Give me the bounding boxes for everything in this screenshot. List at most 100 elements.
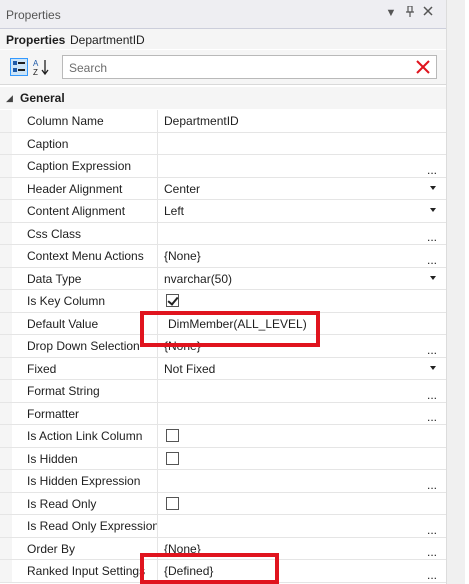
ellipsis-button[interactable]: ... [427, 344, 437, 356]
property-name: Css Class [13, 222, 158, 244]
collapse-arrow-icon[interactable]: ◢ [6, 93, 13, 104]
is-read-only-checkbox[interactable] [166, 496, 179, 510]
property-row-order-by[interactable]: Order By {None} ... [0, 537, 446, 560]
row-gutter [0, 560, 12, 582]
property-value[interactable]: Center [159, 178, 446, 200]
property-value[interactable] [159, 470, 446, 492]
property-name: Content Alignment [13, 200, 158, 222]
row-gutter [0, 425, 12, 447]
property-value[interactable] [159, 515, 446, 537]
ellipsis-button[interactable]: ... [427, 231, 437, 243]
object-header: Properties DepartmentID [0, 29, 446, 49]
row-gutter [0, 470, 12, 492]
property-name: Format String [13, 380, 158, 402]
row-gutter [0, 335, 12, 357]
search-input[interactable] [67, 58, 411, 78]
property-row-fixed[interactable]: Fixed Not Fixed [0, 357, 446, 380]
panel-title: Properties [6, 8, 61, 22]
property-name: Caption [13, 132, 158, 154]
row-gutter [0, 312, 12, 334]
property-row-is-key-column[interactable]: Is Key Column [0, 290, 446, 313]
row-gutter [0, 267, 12, 289]
property-name: Is Read Only [13, 492, 158, 514]
property-row-is-read-only-expression[interactable]: Is Read Only Expression ... [0, 515, 446, 538]
property-row-default-value[interactable]: Default Value DimMember(ALL_LEVEL) [0, 312, 446, 335]
property-name: Is Action Link Column [13, 425, 158, 447]
ellipsis-button[interactable]: ... [427, 254, 437, 266]
property-row-caption-expression[interactable]: Caption Expression ... [0, 155, 446, 178]
ellipsis-button[interactable]: ... [427, 479, 437, 491]
property-row-is-action-link-column[interactable]: Is Action Link Column [0, 425, 446, 448]
row-gutter [0, 402, 12, 424]
ellipsis-button[interactable]: ... [427, 524, 437, 536]
row-gutter [0, 492, 12, 514]
property-name: Fixed [13, 357, 158, 379]
ellipsis-button[interactable]: ... [427, 389, 437, 401]
property-value[interactable]: DimMember(ALL_LEVEL) [159, 313, 446, 335]
property-row-formatter[interactable]: Formatter ... [0, 402, 446, 425]
is-action-link-column-checkbox[interactable] [166, 429, 179, 442]
clear-search-icon[interactable] [414, 58, 432, 76]
property-value[interactable]: Not Fixed [159, 358, 446, 380]
property-value[interactable]: Left [159, 200, 446, 222]
property-row-is-read-only[interactable]: Is Read Only [0, 492, 446, 515]
property-value[interactable] [159, 380, 446, 402]
property-row-ranked-input-settings[interactable]: Ranked Input Settings {Defined} ... [0, 560, 446, 583]
property-row-header-alignment[interactable]: Header Alignment Center [0, 177, 446, 200]
property-value[interactable]: nvarchar(50) [159, 268, 446, 290]
ellipsis-button[interactable]: ... [427, 411, 437, 423]
property-grid: Column Name DepartmentID Caption Caption… [0, 110, 446, 583]
dropdown-arrow-icon[interactable] [430, 365, 436, 370]
property-row-drop-down-selection[interactable]: Drop Down Selection {None} ... [0, 335, 446, 358]
property-value[interactable]: {Defined} [159, 560, 446, 582]
is-hidden-checkbox[interactable] [166, 451, 179, 465]
dropdown-arrow-icon[interactable] [430, 185, 436, 190]
property-row-data-type[interactable]: Data Type nvarchar(50) [0, 267, 446, 290]
property-row-css-class[interactable]: Css Class ... [0, 222, 446, 245]
is-key-column-checkbox[interactable] [166, 294, 179, 307]
property-value[interactable] [159, 155, 446, 177]
close-icon[interactable] [421, 6, 435, 20]
row-gutter [0, 290, 12, 312]
property-name: Header Alignment [13, 177, 158, 199]
ellipsis-button[interactable]: ... [427, 164, 437, 176]
categorized-view-button[interactable] [10, 58, 28, 76]
property-name: Is Read Only Expression [13, 515, 158, 537]
property-row-content-alignment[interactable]: Content Alignment Left [0, 200, 446, 223]
dropdown-arrow-icon[interactable] [430, 275, 436, 280]
property-value[interactable]: {None} [159, 538, 446, 560]
svg-text:Z: Z [33, 68, 38, 76]
property-row-is-hidden[interactable]: Is Hidden [0, 447, 446, 470]
chevron-down-icon[interactable]: ▼ [384, 6, 398, 20]
row-gutter [0, 537, 12, 559]
property-row-column-name[interactable]: Column Name DepartmentID [0, 110, 446, 133]
property-value[interactable]: DepartmentID [159, 110, 446, 132]
vertical-scrollbar[interactable] [446, 0, 466, 584]
row-gutter [0, 515, 12, 537]
property-row-caption[interactable]: Caption [0, 132, 446, 155]
row-gutter [0, 222, 12, 244]
property-name: Formatter [13, 402, 158, 424]
category-general[interactable]: ◢ General [0, 87, 446, 109]
property-value[interactable] [159, 403, 446, 425]
property-row-format-string[interactable]: Format String ... [0, 380, 446, 403]
dropdown-arrow-icon[interactable] [430, 208, 436, 212]
property-row-is-hidden-expression[interactable]: Is Hidden Expression ... [0, 470, 446, 493]
property-row-context-menu-actions[interactable]: Context Menu Actions {None} ... [0, 245, 446, 268]
property-value[interactable] [159, 223, 446, 245]
pin-icon[interactable] [403, 5, 417, 20]
property-value[interactable] [159, 133, 446, 155]
ellipsis-button[interactable]: ... [427, 546, 437, 558]
row-gutter [0, 447, 12, 469]
property-name: Default Value [13, 312, 158, 334]
alphabetical-view-button[interactable]: A Z [32, 58, 50, 76]
property-name: Column Name [13, 110, 158, 132]
search-box [62, 55, 437, 79]
properties-toolbar: A Z [0, 50, 446, 85]
ellipsis-button[interactable]: ... [427, 569, 437, 581]
panel-edge [465, 0, 469, 584]
property-value[interactable]: {None} [159, 245, 446, 267]
property-value[interactable]: {None} [159, 335, 446, 357]
row-gutter [0, 155, 12, 177]
property-name: Context Menu Actions [13, 245, 158, 267]
